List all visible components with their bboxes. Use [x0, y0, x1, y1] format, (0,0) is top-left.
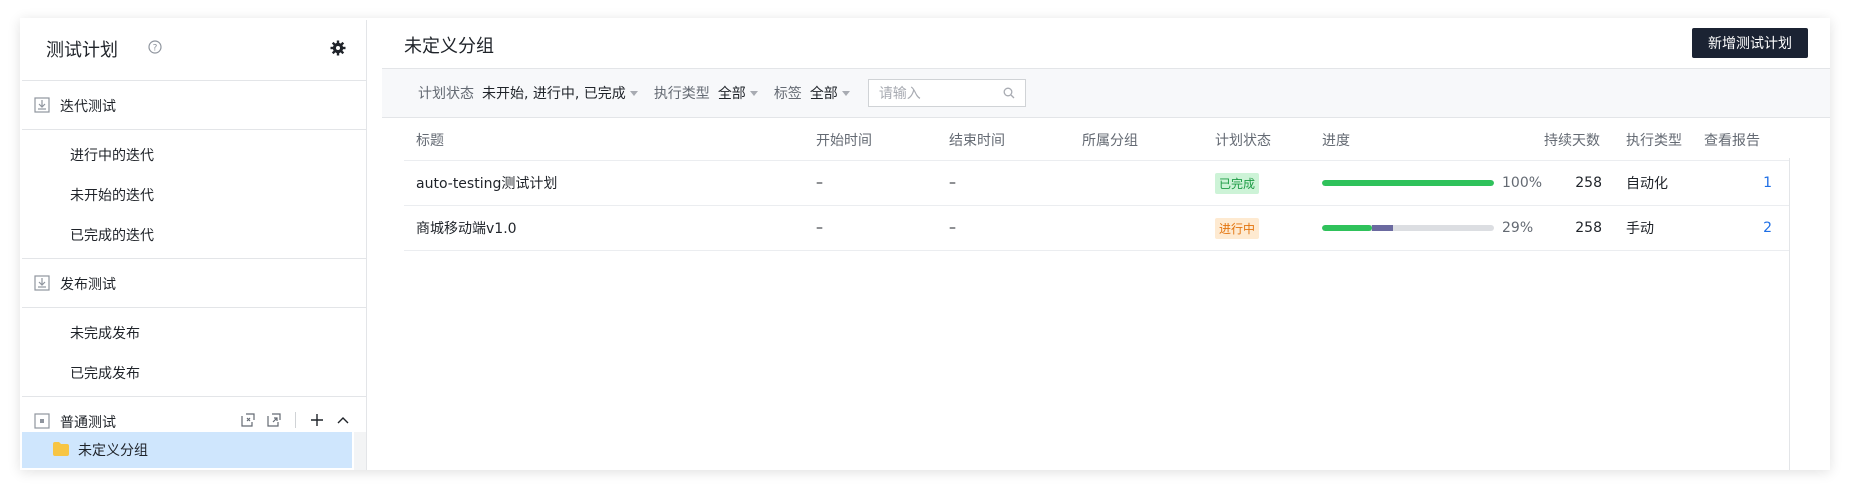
sidebar-scrollbar[interactable]	[354, 432, 366, 470]
table-header-row: 标题 开始时间 结束时间 所属分组 计划状态 进度 持续天数 执行类型 查看报告	[404, 120, 1792, 161]
search-box	[867, 79, 1026, 108]
svg-text:?: ?	[153, 44, 158, 54]
group-actions	[239, 411, 352, 429]
release-items: 未完成发布 已完成发布	[22, 308, 366, 397]
add-icon[interactable]	[308, 411, 326, 429]
sidebar: 测试计划 ? 迭代测试 进行中的迭代 未开始的迭代 已完成的迭代 发布测试 未完…	[22, 20, 367, 470]
report-cell: 1	[1704, 161, 1772, 205]
sidebar-title: 测试计划	[46, 40, 118, 61]
plan-title[interactable]: auto-testing测试计划	[416, 161, 557, 205]
progress-bar	[1322, 225, 1494, 231]
column-header-status[interactable]: 计划状态	[1215, 120, 1271, 160]
filter-bar: 计划状态 未开始, 进行中, 已完成 执行类型 全部 标签 全部	[382, 69, 1830, 118]
chevron-up-icon[interactable]	[334, 411, 352, 429]
progress-fill	[1322, 180, 1494, 186]
exec-filter-select[interactable]: 全部	[718, 83, 746, 103]
sidebar-item-release-incomplete[interactable]: 未完成发布	[22, 312, 366, 352]
progress-percent: 29%	[1502, 220, 1534, 236]
column-header-end[interactable]: 结束时间	[949, 120, 1005, 160]
add-test-plan-button[interactable]: 新增测试计划	[1692, 28, 1808, 58]
column-header-exec[interactable]: 执行类型	[1626, 120, 1682, 160]
sidebar-item-release-completed[interactable]: 已完成发布	[22, 352, 366, 392]
sidebar-item-label: 进行中的迭代	[70, 148, 154, 164]
sidebar-group-label: 普通测试	[60, 415, 116, 431]
chevron-down-icon[interactable]	[749, 90, 758, 96]
plan-start: –	[816, 220, 823, 236]
plan-start: –	[816, 175, 823, 191]
tag-filter-label: 标签	[773, 86, 802, 102]
column-header-report[interactable]: 查看报告	[1704, 120, 1772, 160]
sidebar-item-undefined-group[interactable]: 未定义分组	[22, 432, 352, 468]
report-link[interactable]: 2	[1763, 220, 1772, 236]
status-cell: 进行中	[1215, 206, 1260, 250]
import-icon[interactable]	[265, 411, 283, 429]
column-header-progress[interactable]: 进度	[1322, 120, 1350, 160]
test-plan-table: 标题 开始时间 结束时间 所属分组 计划状态 进度 持续天数 执行类型 查看报告…	[404, 120, 1792, 251]
sidebar-item-label: 已完成发布	[70, 366, 140, 382]
help-icon[interactable]: ?	[148, 40, 162, 54]
status-badge: 已完成	[1215, 172, 1260, 194]
column-header-start[interactable]: 开始时间	[816, 120, 872, 160]
status-filter-label: 计划状态	[418, 86, 474, 102]
status-cell: 已完成	[1215, 161, 1260, 205]
search-input[interactable]	[868, 80, 1001, 108]
progress-extra	[1371, 225, 1393, 231]
sidebar-item-iteration-in-progress[interactable]: 进行中的迭代	[22, 134, 366, 174]
release-group-icon	[34, 275, 50, 291]
iteration-group-icon	[34, 97, 50, 113]
gear-icon[interactable]	[330, 40, 346, 56]
sidebar-group-label: 迭代测试	[60, 99, 116, 115]
progress-bar	[1322, 180, 1494, 186]
iteration-items: 进行中的迭代 未开始的迭代 已完成的迭代	[22, 130, 366, 259]
sidebar-item-label: 未完成发布	[70, 326, 140, 342]
table-row[interactable]: 商城移动端v1.0 – – 进行中 29% 258 手动 2	[404, 206, 1792, 251]
action-divider	[295, 412, 296, 428]
plan-end: –	[949, 220, 956, 236]
search-icon[interactable]	[1003, 87, 1015, 99]
plan-days: 258	[1575, 175, 1602, 191]
exec-filter-label: 执行类型	[653, 86, 710, 102]
status-badge: 进行中	[1215, 217, 1260, 239]
report-link[interactable]: 1	[1763, 175, 1772, 191]
tag-filter-select[interactable]: 全部	[810, 83, 838, 103]
sidebar-item-iteration-not-started[interactable]: 未开始的迭代	[22, 174, 366, 214]
column-header-days[interactable]: 持续天数	[1544, 120, 1602, 160]
sidebar-item-label: 未定义分组	[78, 443, 148, 459]
column-header-title[interactable]: 标题	[416, 120, 444, 160]
plan-title[interactable]: 商城移动端v1.0	[416, 206, 517, 250]
main-header: 未定义分组 新增测试计划	[382, 20, 1830, 69]
report-cell: 2	[1704, 206, 1772, 250]
sidebar-item-label: 已完成的迭代	[70, 228, 154, 244]
sidebar-group-release[interactable]: 发布测试	[22, 259, 366, 308]
plan-exec-type: 手动	[1626, 221, 1654, 237]
chevron-down-icon[interactable]	[629, 90, 638, 96]
table-scrollbar[interactable]	[1789, 158, 1804, 470]
progress-cell: 29%	[1322, 206, 1533, 250]
folder-icon	[53, 442, 69, 456]
plan-exec-type: 自动化	[1626, 176, 1668, 192]
plan-end: –	[949, 175, 956, 191]
page-title: 未定义分组	[404, 36, 494, 57]
progress-percent: 100%	[1502, 175, 1543, 191]
main-panel: 未定义分组 新增测试计划 计划状态 未开始, 进行中, 已完成 执行类型 全部 …	[382, 20, 1830, 470]
chevron-down-icon[interactable]	[841, 90, 850, 96]
sidebar-item-label: 未开始的迭代	[70, 188, 154, 204]
status-filter-select[interactable]: 未开始, 进行中, 已完成	[482, 83, 626, 103]
sidebar-item-iteration-completed[interactable]: 已完成的迭代	[22, 214, 366, 254]
progress-fill	[1322, 225, 1372, 231]
sidebar-group-iteration[interactable]: 迭代测试	[22, 81, 366, 130]
sidebar-group-label: 发布测试	[60, 277, 116, 293]
normal-group-icon	[34, 413, 50, 429]
plan-days: 258	[1575, 220, 1602, 236]
export-icon[interactable]	[239, 411, 257, 429]
progress-cell: 100%	[1322, 161, 1542, 205]
column-header-group[interactable]: 所属分组	[1082, 120, 1138, 160]
sidebar-header: 测试计划 ?	[22, 20, 366, 81]
table-row[interactable]: auto-testing测试计划 – – 已完成 100% 258 自动化 1	[404, 161, 1792, 206]
